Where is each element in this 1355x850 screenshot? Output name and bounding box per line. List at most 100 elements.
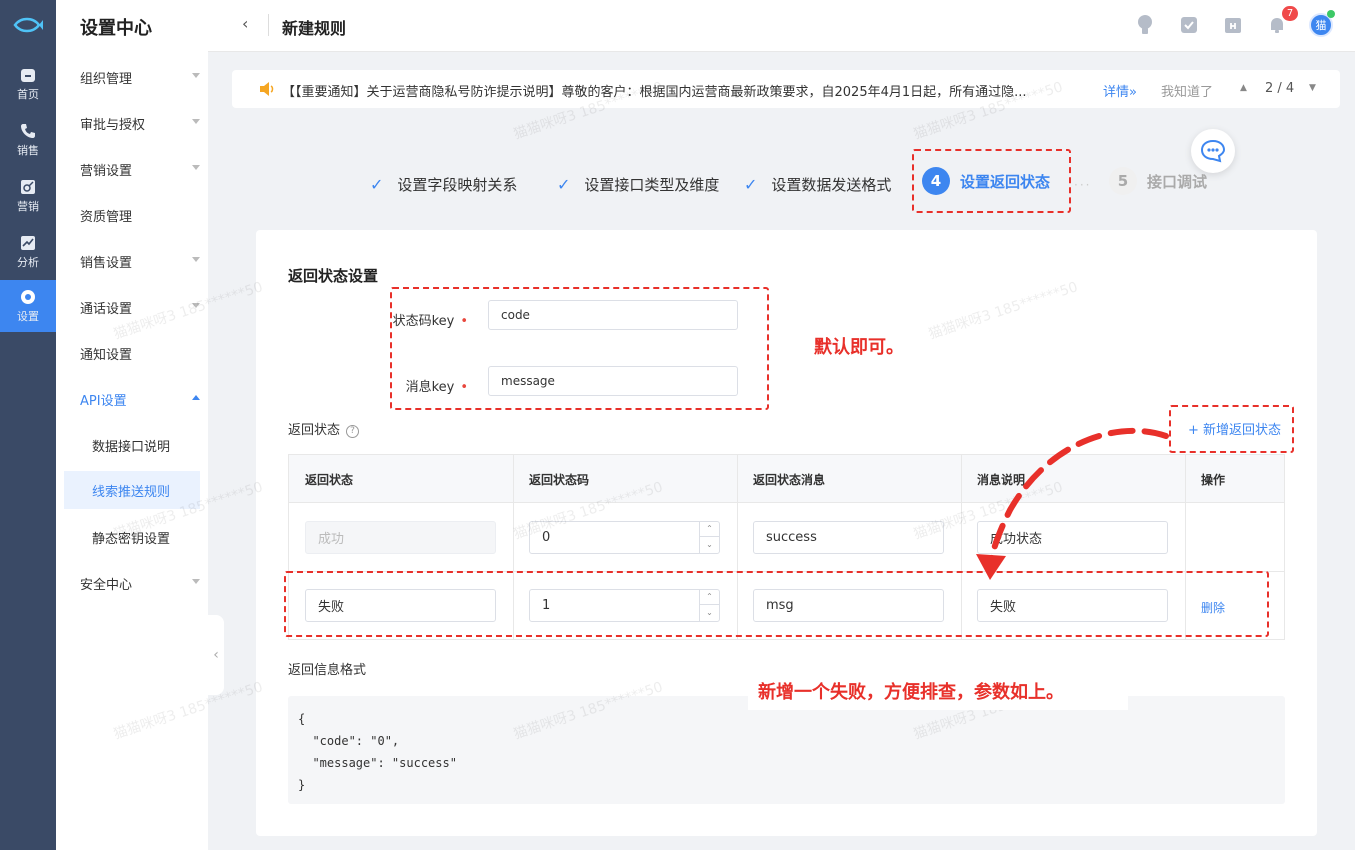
rail-item-marketing[interactable]: 营销 [0,170,56,222]
annotation-add-fail-text: 新增一个失败，方便排查，参数如上。 [758,682,1064,703]
nav-label: 组织管理 [80,71,133,87]
step-label: 接口调试 [1147,172,1208,191]
task-check-icon[interactable] [1177,13,1201,37]
notice-next-icon[interactable]: ▼ [1309,83,1316,93]
stepper-down-icon[interactable]: ⌄ [700,537,719,553]
rail-item-sales[interactable]: 销售 [0,114,56,166]
step-label: 设置数据发送格式 [771,176,892,194]
nav-label: 数据接口说明 [92,439,171,455]
marketing-icon [21,180,35,194]
chevron-up-icon [192,395,200,400]
rail-label: 设置 [17,310,39,323]
speaker-icon [260,82,274,96]
nav-item-qualification[interactable]: 资质管理 [80,203,200,227]
nav-item-org[interactable]: 组织管理 [80,65,200,89]
nav-item-api[interactable]: API设置 [80,387,200,411]
nav-sub-static-key[interactable]: 静态密钥设置 [92,525,202,549]
chevron-down-icon [192,303,200,308]
nav-title: 设置中心 [80,18,152,39]
step-number: 5 [1109,167,1137,195]
check-icon: ✓ [557,175,571,194]
chevron-down-icon [192,119,200,124]
nav-item-security[interactable]: 安全中心 [80,571,200,595]
notice-bar: 【【重要通知】关于运营商隐私号防诈提示说明】尊敬的客户：根据国内运营商最新政策要… [232,70,1340,108]
notification-badge: 7 [1282,6,1298,21]
nav-label: 通知设置 [80,347,133,363]
annotation-default-text: 默认即可。 [814,337,904,358]
status-code-input[interactable]: 0 [529,521,720,554]
status-select-disabled: 成功 [305,521,496,554]
column-header: 返回状态 [305,473,354,487]
chevron-down-icon [192,257,200,262]
chevron-down-icon [192,73,200,78]
back-button[interactable]: ‹ [242,14,248,33]
rail-label: 分析 [17,256,39,269]
page-title: 新建规则 [282,19,347,38]
notice-text: 【【重要通知】关于运营商隐私号防诈提示说明】尊敬的客户：根据国内运营商最新政策要… [282,85,1027,100]
notice-ack-button[interactable]: 我知道了 [1161,81,1213,100]
rail-item-home[interactable]: 首页 [0,58,56,110]
nav-item-call[interactable]: 通话设置 [80,295,200,319]
rail-item-analysis[interactable]: 分析 [0,226,56,278]
annotation-box-keys [390,287,769,410]
lightbulb-icon[interactable] [1133,13,1157,37]
nav-label: 线索推送规则 [92,484,171,500]
column-header: 返回状态码 [529,473,590,487]
nav-label: 通话设置 [80,301,133,317]
nav-label: 资质管理 [80,209,133,225]
step-connector: ··· [1074,178,1092,192]
nav-label: API设置 [80,393,127,409]
nav-sub-lead-push[interactable]: 线索推送规则 [64,471,200,509]
return-format-code: { "code": "0", "message": "success" } [288,696,1285,804]
chevron-down-icon [192,579,200,584]
rail-label: 首页 [17,88,39,101]
status-message-input[interactable]: success [753,521,944,554]
nav-item-marketing[interactable]: 营销设置 [80,157,200,181]
number-stepper[interactable]: ⌃ ⌄ [699,521,719,554]
nav-label: 销售设置 [80,255,133,271]
nav-label: 静态密钥设置 [92,531,171,547]
icon-rail: 首页 销售 营销 分析 设置 [0,0,56,850]
nav-sub-api-doc[interactable]: 数据接口说明 [92,433,202,457]
chevron-down-icon [192,165,200,170]
settings-icon [21,290,35,304]
nav-label: 营销设置 [80,163,133,179]
annotation-box-step [912,149,1071,213]
annotation-box-add [1169,405,1294,453]
divider [268,14,269,36]
nav-label: 安全中心 [80,577,133,593]
return-format-label: 返回信息格式 [288,663,367,678]
notice-detail-link[interactable]: 详情» [1103,81,1137,100]
column-header: 返回状态消息 [753,473,826,487]
section-title: 返回状态设置 [288,267,379,285]
rail-label: 销售 [17,144,39,157]
notice-prev-icon[interactable]: ▲ [1240,83,1247,93]
notice-page-indicator: 2 / 4 [1265,81,1295,96]
column-header: 操作 [1201,473,1226,487]
phone-icon [21,124,35,138]
annotation-arrow-icon [976,427,1169,580]
step-data-format[interactable]: ✓ 设置数据发送格式 [744,174,891,195]
step-debug[interactable]: 5 接口调试 [1109,167,1207,195]
nav-item-sales[interactable]: 销售设置 [80,249,200,273]
chart-icon [21,236,35,250]
step-label: 设置字段映射关系 [397,176,518,194]
app-box-icon[interactable] [1221,13,1245,37]
stepper-up-icon[interactable]: ⌃ [700,521,719,537]
collapse-sidebar-button[interactable]: ‹ [208,615,224,695]
check-icon: ✓ [370,175,384,194]
nav-item-approval[interactable]: 审批与授权 [80,111,200,135]
rail-label: 营销 [17,200,39,213]
step-label: 设置接口类型及维度 [584,176,720,194]
nav-item-notification[interactable]: 通知设置 [80,341,200,365]
rail-item-settings[interactable]: 设置 [0,280,56,332]
step-field-mapping[interactable]: ✓ 设置字段映射关系 [370,174,517,195]
nav-label: 审批与授权 [80,117,146,133]
fish-logo-icon[interactable] [0,0,56,50]
home-icon [21,69,35,82]
online-status-dot [1327,10,1335,18]
help-icon[interactable]: ? [346,424,360,438]
return-status-label: 返回状态? [288,419,360,438]
step-interface-type[interactable]: ✓ 设置接口类型及维度 [557,174,719,195]
check-icon: ✓ [744,175,758,194]
